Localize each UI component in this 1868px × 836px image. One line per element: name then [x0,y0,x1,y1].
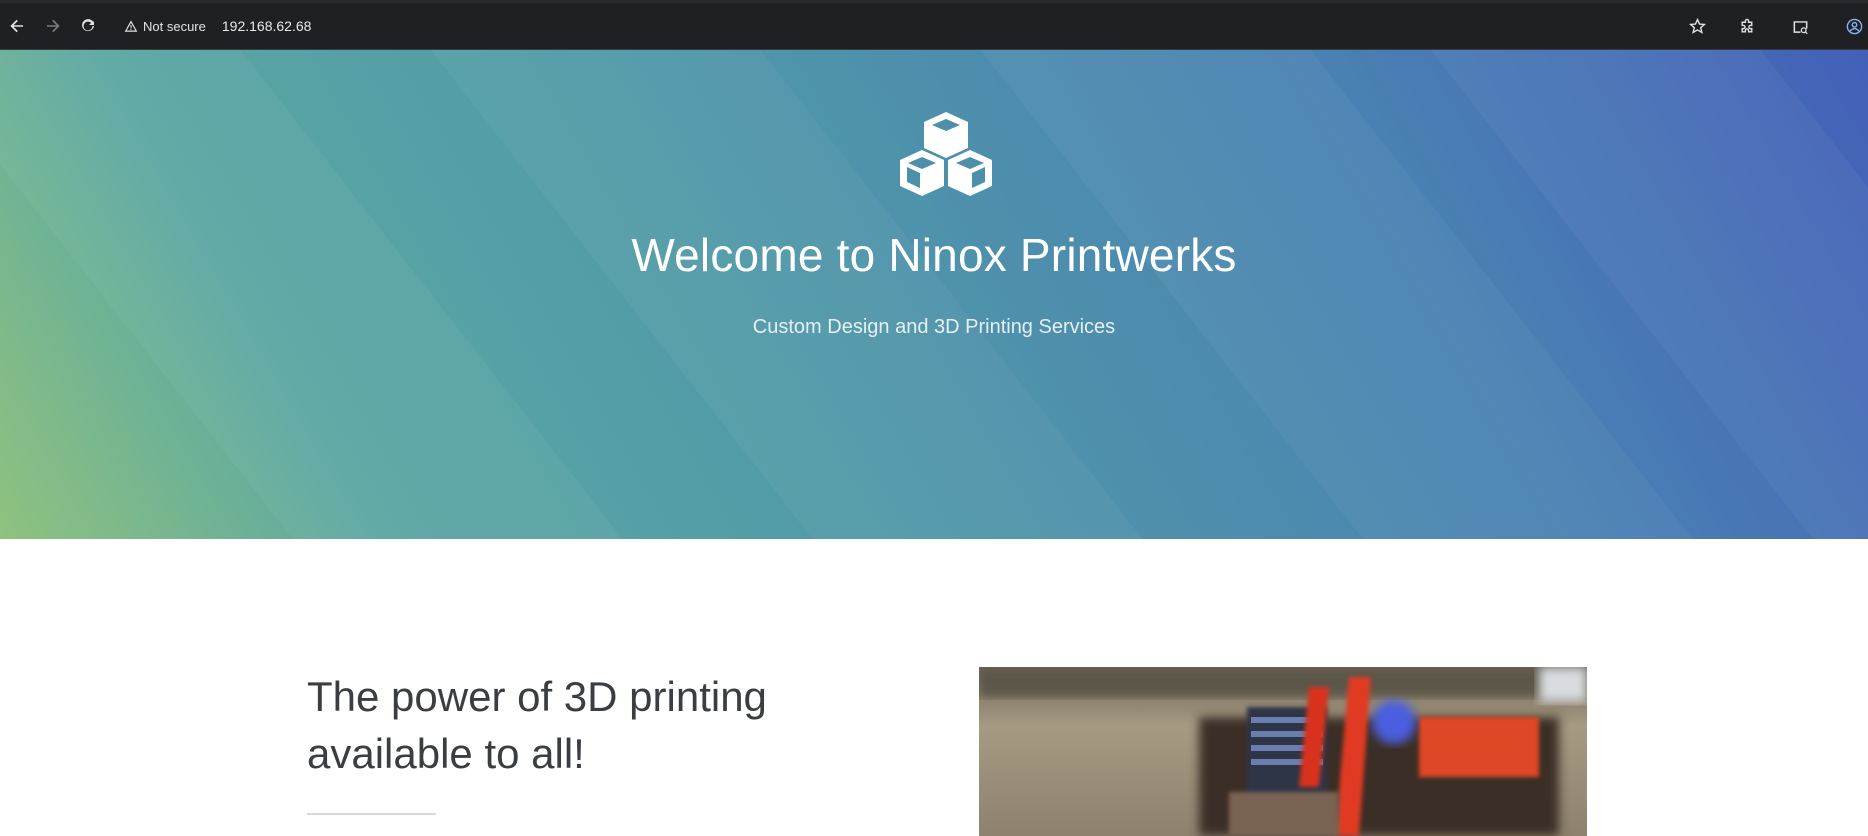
browser-toolbar: Not secure 192.168.62.68 [0,0,1868,50]
reload-button[interactable] [74,12,102,40]
section-heading: The power of 3D printing available to al… [307,673,767,777]
puzzle-icon [1740,18,1752,33]
bookmark-button[interactable] [1683,12,1711,40]
back-button[interactable] [3,12,31,40]
hero-title-brand: Ninox Printwerks [888,229,1237,281]
tab-strip-edge [0,0,1868,3]
hero-subtitle: Custom Design and 3D Printing Services [752,316,1116,338]
profile-icon [1846,18,1862,34]
arrow-right-icon [47,19,60,33]
reload-icon [82,19,94,32]
arrow-left-icon [10,19,23,33]
hero-banner: Welcome to Ninox Printwerks Custom Desig… [0,50,1868,539]
3d-printer-nozzle-photo [979,667,1587,836]
security-chip[interactable]: Not secure [118,19,214,34]
extensions-button[interactable] [1733,12,1761,40]
profile-button[interactable] [1840,12,1868,40]
url-text[interactable]: 192.168.62.68 [222,18,312,34]
heading-divider [307,813,436,815]
printer-photo [979,667,1587,836]
tab-search-icon [1793,20,1808,34]
forward-button[interactable] [39,12,67,40]
star-icon [1688,17,1706,34]
hero-title-prefix: Welcome to [631,229,889,281]
tab-search-button[interactable] [1786,12,1814,40]
cubes-icon [900,112,992,196]
address-bar[interactable]: Not secure 192.168.62.68 [118,11,1718,41]
warning-triangle-icon [124,20,138,32]
hero-title: Welcome to Ninox Printwerks [0,232,1868,278]
security-label: Not secure [143,18,206,34]
